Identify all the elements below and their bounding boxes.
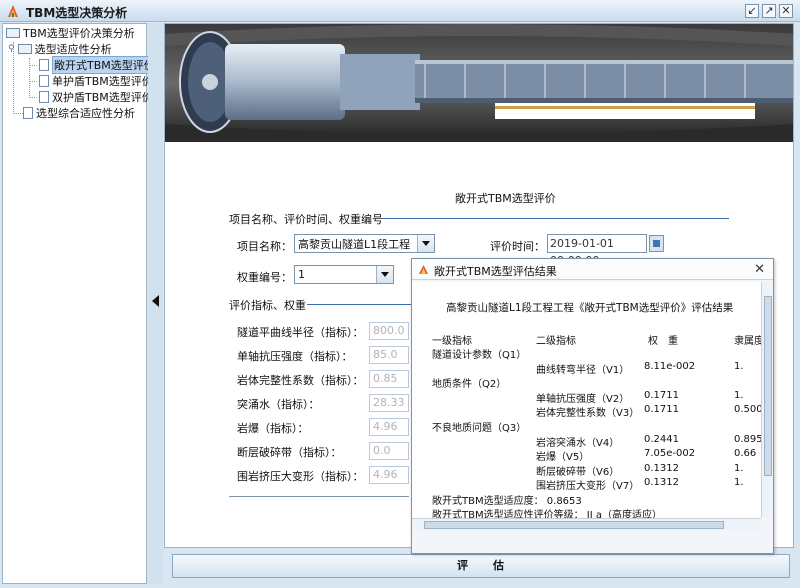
tree-item-single-shield-tbm[interactable]: 单护盾TBM选型评价 — [39, 73, 153, 89]
panel-splitter[interactable] — [148, 23, 163, 584]
result-level2: 岩体完整性系数（V3） — [536, 408, 640, 419]
dialog-title: 敞开式TBM选型评估结果 — [434, 265, 557, 278]
indicator-label-water-inrush: 突涌水（指标）： — [237, 398, 320, 411]
form-title: 敞开式TBM选型评价 — [455, 192, 556, 205]
tree-item-double-shield-tbm[interactable]: 双护盾TBM选型评价 — [39, 89, 153, 105]
result-membership: 1. — [734, 390, 744, 401]
document-icon — [39, 91, 49, 103]
result-membership: 1. — [734, 463, 744, 474]
horizontal-scrollbar[interactable] — [412, 518, 761, 530]
scroll-thumb[interactable] — [764, 296, 772, 476]
indicator-input-water-inrush[interactable]: 28.33 — [369, 394, 409, 412]
result-membership: 1. — [734, 477, 744, 488]
result-weight: 0.1312 — [644, 463, 679, 474]
chevron-down-icon[interactable] — [376, 266, 393, 283]
column-header-level1: 一级指标 — [432, 336, 472, 347]
calendar-icon[interactable] — [649, 235, 664, 252]
document-icon — [39, 75, 49, 87]
result-weight: 0.2441 — [644, 434, 679, 445]
indicator-input-rockburst[interactable]: 4.96 — [369, 418, 409, 436]
navigation-tree: TBM选型评价决策分析 ⚲ 选型适应性分析 敞开式TBM选型评价 单护盾TBM选… — [2, 23, 157, 584]
result-level2: 岩溶突涌水（V4） — [536, 438, 620, 449]
result-weight: 0.1312 — [644, 477, 679, 488]
window-title: TBM选型决策分析 — [26, 6, 128, 20]
close-icon[interactable]: ✕ — [779, 4, 793, 18]
indicator-label-fault-zone: 断层破碎带（指标）： — [237, 446, 342, 459]
tbm-machine-image — [165, 24, 793, 142]
project-name-select[interactable]: 高黎贡山隧道L1段工程 — [294, 234, 435, 253]
indicator-label-squeezing: 围岩挤压大变形（指标）： — [237, 470, 364, 483]
result-level1: 隧道设计参数（Q1） — [432, 350, 527, 361]
result-membership: 1. — [734, 361, 744, 372]
indicator-label-curve-radius: 隧道平曲线半径（指标）： — [237, 326, 364, 339]
indicator-input-squeezing[interactable]: 4.96 — [369, 466, 409, 484]
result-level2: 岩爆（V5） — [536, 452, 590, 463]
result-weight: 7.05e-002 — [644, 448, 696, 459]
minimize-icon[interactable]: ↙ — [745, 4, 759, 18]
expand-toggle-icon[interactable]: ⚲ — [8, 44, 15, 54]
title-bar: TBM选型决策分析 ↙ ↗ ✕ — [0, 0, 800, 22]
indicator-label-rockburst: 岩爆（指标）： — [237, 422, 309, 435]
weight-number-label: 权重编号： — [237, 271, 292, 284]
result-weight: 0.1711 — [644, 404, 679, 415]
result-level2: 断层破碎带（V6） — [536, 467, 620, 478]
column-header-membership: 隶属度 — [734, 336, 761, 347]
tree-item-comprehensive[interactable]: 选型综合适应性分析 — [23, 105, 135, 121]
indicator-input-integrity[interactable]: 0.85 — [369, 370, 409, 388]
result-membership: 0.66 — [734, 448, 757, 459]
scroll-thumb[interactable] — [424, 521, 724, 529]
eval-time-input[interactable]: 2019-01-01 00:00:00 — [547, 234, 647, 267]
folder-icon — [17, 44, 32, 54]
column-header-level2: 二级指标 — [536, 336, 576, 347]
grade-result: 敞开式TBM选型适应性评价等级： II a（高度适应） — [432, 510, 662, 518]
result-level1: 地质条件（Q2） — [432, 379, 507, 390]
app-logo-icon — [419, 265, 428, 274]
tree-group-adaptability[interactable]: ⚲ 选型适应性分析 — [8, 41, 112, 57]
result-level2: 围岩挤压大变形（V7） — [536, 481, 640, 492]
result-level1: 不良地质问题（Q3） — [432, 423, 527, 434]
chevron-down-icon[interactable] — [417, 235, 434, 252]
evaluate-button[interactable]: 评 估 — [172, 554, 790, 578]
app-logo-icon — [8, 5, 18, 17]
document-icon — [23, 107, 33, 119]
collapse-left-icon[interactable] — [152, 295, 159, 307]
column-header-weight: 权 重 — [648, 336, 678, 347]
eval-time-label: 评价时间： — [490, 240, 545, 253]
document-icon — [39, 59, 49, 71]
result-level2: 曲线转弯半径（V1） — [536, 365, 630, 376]
result-weight: 0.1711 — [644, 390, 679, 401]
indicator-input-fault-zone[interactable]: 0.0 — [369, 442, 409, 460]
vertical-scrollbar[interactable] — [761, 282, 773, 518]
result-level2: 单轴抗压强度（V2） — [536, 394, 630, 405]
indicator-input-curve-radius[interactable]: 800.0 — [369, 322, 409, 340]
indicator-input-compressive[interactable]: 85.0 — [369, 346, 409, 364]
maximize-icon[interactable]: ↗ — [762, 4, 776, 18]
result-membership: 0.895 — [734, 434, 761, 445]
result-heading: 高黎贡山隧道L1段工程工程《敞开式TBM选型评价》评估结果 — [446, 302, 734, 314]
result-weight: 8.11e-002 — [644, 361, 696, 372]
result-dialog: 敞开式TBM选型评估结果 ✕ 高黎贡山隧道L1段工程工程《敞开式TBM选型评价》… — [411, 258, 774, 554]
weight-number-select[interactable]: 1 — [294, 265, 394, 284]
result-text-area[interactable]: 高黎贡山隧道L1段工程工程《敞开式TBM选型评价》评估结果 一级指标 二级指标 … — [412, 282, 761, 518]
indicator-label-compressive: 单轴抗压强度（指标）： — [237, 350, 353, 363]
close-icon[interactable]: ✕ — [754, 262, 765, 277]
result-membership: 0.500 — [734, 404, 761, 415]
folder-icon — [6, 28, 20, 38]
project-name-label: 项目名称： — [237, 240, 292, 253]
section-header-project: 项目名称、评价时间、权重编号 — [229, 213, 383, 226]
section-header-indicators: 评价指标、权重 — [229, 299, 306, 312]
indicator-label-integrity: 岩体完整性系数（指标）： — [237, 374, 364, 387]
tree-item-open-tbm[interactable]: 敞开式TBM选型评价 — [39, 56, 157, 74]
fitness-result: 敞开式TBM选型适应度： 0.8653 — [432, 496, 582, 507]
tree-root[interactable]: TBM选型评价决策分析 — [6, 25, 135, 41]
dialog-title-bar[interactable]: 敞开式TBM选型评估结果 ✕ — [412, 259, 773, 280]
